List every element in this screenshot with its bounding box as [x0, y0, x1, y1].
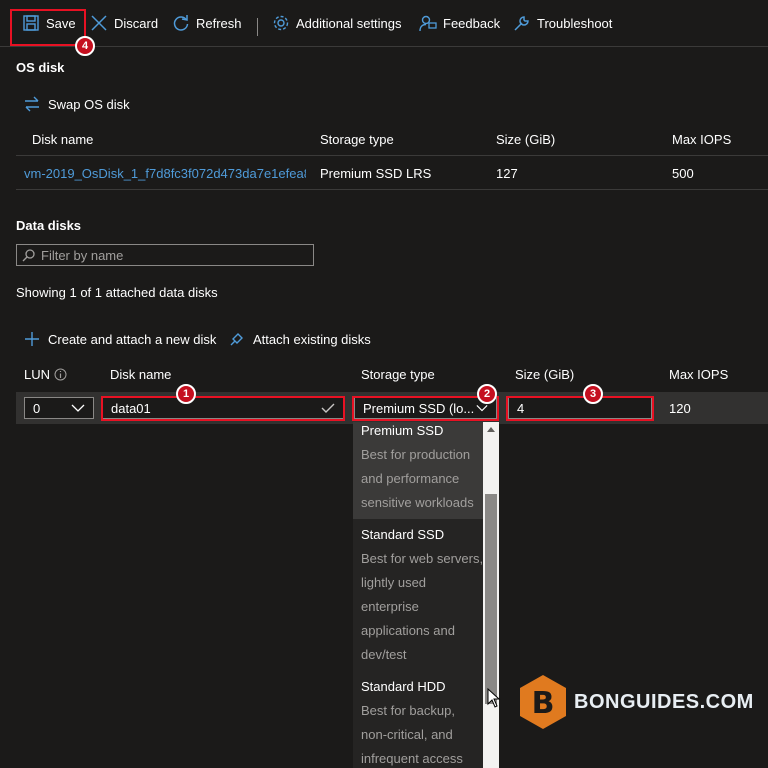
showing-count-text: Showing 1 of 1 attached data disks [16, 285, 218, 300]
option-desc-line: dev/test [361, 647, 407, 662]
option-desc-line: non-critical, and [361, 727, 453, 742]
option-desc-line: lightly used [361, 575, 427, 590]
lun-label: LUN [24, 367, 51, 382]
option-title: Premium SSD [361, 423, 444, 438]
save-highlight [10, 9, 86, 46]
step-badge-4: 4 [75, 36, 95, 56]
data-col-max-iops: Max IOPS [669, 367, 729, 382]
watermark-text: BONGUIDES.COM [574, 690, 754, 713]
discard-button[interactable]: Discard [90, 12, 158, 34]
troubleshoot-button[interactable]: Troubleshoot [513, 12, 612, 34]
swap-os-disk-button[interactable]: Swap OS disk [24, 96, 130, 112]
info-icon[interactable] [54, 368, 67, 381]
attach-icon [230, 333, 243, 346]
mouse-cursor-icon [487, 688, 501, 708]
feedback-label: Feedback [443, 15, 501, 31]
os-col-max-iops: Max IOPS [672, 132, 732, 147]
storage-type-dropdown: Premium SSD Best for production and perf… [353, 422, 499, 768]
feedback-button[interactable]: Feedback [419, 12, 500, 34]
os-header-divider [16, 155, 768, 156]
scrollbar-thumb[interactable] [485, 494, 497, 704]
swap-icon [25, 96, 39, 112]
data-col-storage-type: Storage type [361, 367, 435, 382]
dropdown-option-premium-ssd[interactable]: Premium SSD Best for production and perf… [361, 422, 485, 515]
refresh-label: Refresh [196, 15, 242, 31]
os-disk-storage-type: Premium SSD LRS [320, 166, 432, 181]
os-disk-max-iops: 500 [672, 166, 694, 181]
attach-existing-label: Attach existing disks [253, 331, 371, 347]
bonguides-logo: B BONGUIDES.COM [518, 674, 754, 730]
os-row-divider [16, 189, 768, 190]
data-disks-title: Data disks [16, 218, 82, 233]
close-icon [91, 15, 107, 31]
toolbar-divider [257, 18, 258, 36]
create-disk-label: Create and attach a new disk [48, 331, 217, 347]
dropdown-option-standard-hdd[interactable]: Standard HDD Best for backup, non-critic… [361, 675, 485, 768]
option-desc-line: sensitive workloads [361, 495, 474, 510]
scroll-up-arrow-icon[interactable] [487, 426, 495, 432]
option-desc-line: and performance [361, 471, 460, 486]
chevron-down-icon [71, 404, 85, 412]
step-badge-2: 2 [477, 384, 497, 404]
filter-input[interactable]: Filter by name [16, 244, 314, 266]
os-disk-size: 127 [496, 166, 518, 181]
attach-existing-button[interactable]: Attach existing disks [229, 331, 371, 347]
wrench-icon [514, 16, 529, 31]
create-disk-button[interactable]: Create and attach a new disk [24, 331, 216, 347]
option-desc-line: infrequent access [361, 751, 463, 766]
feedback-icon [419, 15, 437, 32]
os-col-disk-name: Disk name [32, 132, 94, 147]
option-desc-line: enterprise [361, 599, 419, 614]
os-disk-name-link[interactable]: vm-2019_OsDisk_1_f7d8fc3f072d473da7e1efe… [24, 166, 306, 181]
data-disk-max-iops: 120 [669, 401, 691, 416]
data-col-disk-name: Disk name [110, 367, 172, 382]
refresh-icon [173, 15, 189, 31]
option-title: Standard SSD [361, 527, 445, 542]
step-badge-1: 1 [176, 384, 196, 404]
gear-icon [273, 15, 289, 31]
logo-b-icon: B [520, 675, 566, 729]
dropdown-option-standard-ssd[interactable]: Standard SSD Best for web servers, light… [361, 523, 485, 667]
option-desc-line: Best for backup, [361, 703, 455, 718]
option-desc-line: Best for web servers, [361, 551, 484, 566]
lun-select[interactable]: 0 [24, 397, 94, 419]
command-bar: Save Discard Refresh Additional settings… [0, 0, 768, 47]
option-title: Standard HDD [361, 679, 446, 694]
lun-value: 0 [33, 400, 41, 416]
troubleshoot-label: Troubleshoot [537, 15, 613, 31]
discard-label: Discard [114, 15, 159, 31]
os-disk-title: OS disk [16, 60, 65, 75]
data-col-size: Size (GiB) [515, 367, 575, 382]
additional-settings-button[interactable]: Additional settings [272, 12, 402, 34]
option-desc-line: Best for production [361, 447, 471, 462]
step-badge-3: 3 [583, 384, 603, 404]
size-highlight [506, 396, 654, 421]
svg-text:B: B [532, 686, 555, 721]
disk-name-highlight [101, 396, 345, 421]
filter-placeholder: Filter by name [41, 247, 124, 263]
additional-settings-label: Additional settings [296, 15, 402, 31]
search-icon [22, 248, 35, 261]
storage-type-highlight [352, 396, 499, 421]
os-col-size: Size (GiB) [496, 132, 556, 147]
refresh-button[interactable]: Refresh [172, 12, 242, 34]
plus-icon [25, 332, 39, 346]
os-col-storage-type: Storage type [320, 132, 394, 147]
swap-os-disk-label: Swap OS disk [48, 96, 130, 112]
data-col-lun: LUN [24, 367, 67, 382]
option-desc-line: applications and [361, 623, 455, 638]
